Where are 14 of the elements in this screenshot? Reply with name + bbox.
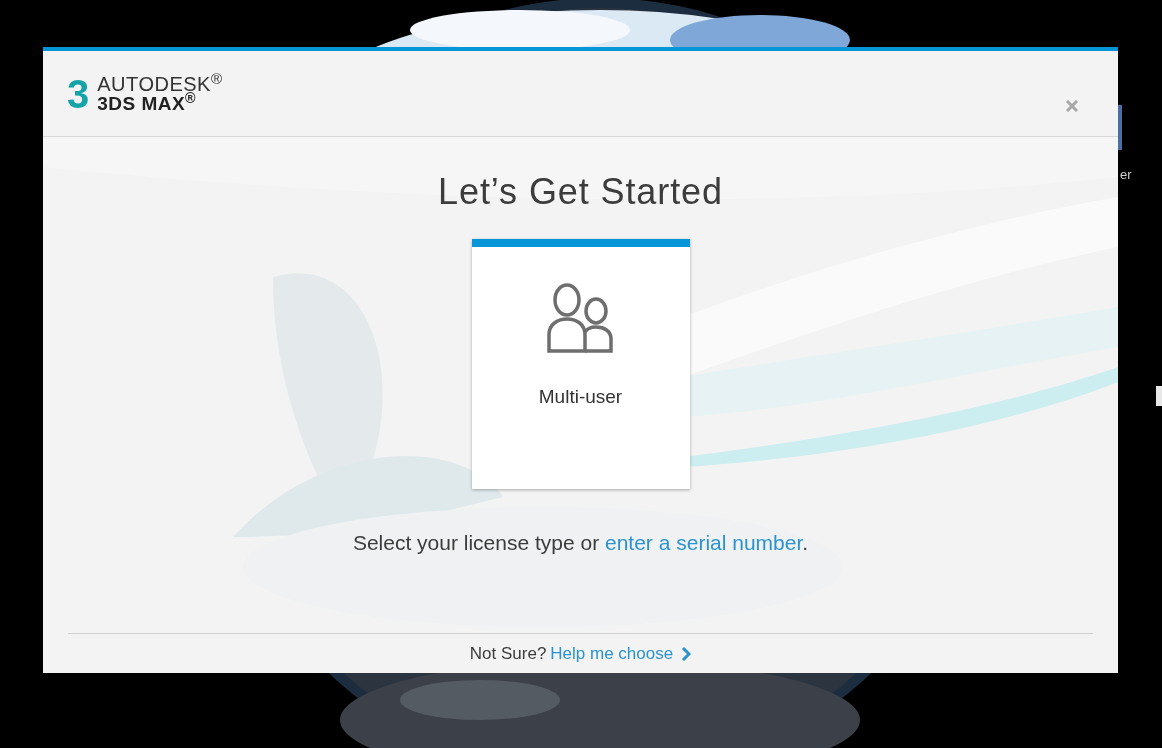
help-link[interactable]: Help me choose — [550, 640, 692, 667]
license-option-card[interactable]: Multi-user — [471, 239, 690, 489]
desktop-icon-label: er — [1120, 166, 1132, 184]
serial-number-link[interactable]: enter a serial number — [605, 531, 803, 554]
users-icon — [546, 283, 615, 353]
dialog-title: Let’s Get Started — [438, 170, 723, 214]
product-name: 3DS MAX$^{®}$ — [97, 94, 197, 113]
close-icon — [1066, 99, 1078, 112]
close-button[interactable] — [1066, 99, 1078, 112]
footer-text: Not Sure? — [469, 642, 547, 665]
brand-name: AUTODESK$^{®}$ — [97, 74, 223, 94]
chevron-icon — [681, 646, 692, 661]
prompt-text: Select your license type or enter a serial number. — [352, 530, 809, 556]
logo-numeral: 3 — [67, 73, 90, 114]
